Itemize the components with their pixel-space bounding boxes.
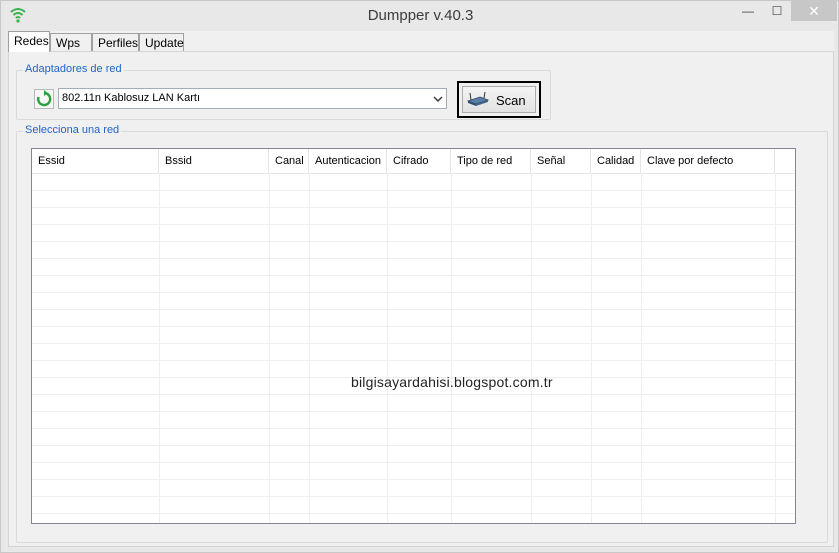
refresh-icon	[36, 90, 52, 107]
tab-wps[interactable]: Wps	[50, 33, 92, 51]
column-canal[interactable]: Canal	[269, 149, 309, 173]
scan-button-frame: Scan	[457, 81, 541, 118]
adapters-legend: Adaptadores de red	[23, 63, 124, 75]
app-window: Dumpper v.40.3 — ☐ ✕ Redes Wps Perfiles …	[0, 0, 839, 553]
scan-button[interactable]: Scan	[462, 86, 536, 113]
window-title: Dumpper v.40.3	[367, 7, 474, 24]
close-button[interactable]: ✕	[791, 1, 837, 21]
scan-label: Scan	[496, 93, 526, 108]
watermark-text: bilgisayardahisi.blogspot.com.tr	[351, 374, 553, 390]
title-bar[interactable]: Dumpper v.40.3 — ☐ ✕	[1, 1, 839, 29]
column-cifrado[interactable]: Cifrado	[387, 149, 451, 173]
tab-update[interactable]: Update	[139, 33, 184, 51]
column-calidad[interactable]: Calidad	[591, 149, 641, 173]
minimize-button[interactable]: —	[733, 1, 763, 21]
networks-list-gridlines	[32, 173, 795, 523]
column-autenticacion[interactable]: Autenticacion	[309, 149, 387, 173]
column-bssid[interactable]: Bssid	[159, 149, 269, 173]
column-tipo-de-red[interactable]: Tipo de red	[451, 149, 531, 173]
column-senal[interactable]: Señal	[531, 149, 591, 173]
adapter-select-value: 802.11n Kablosuz LAN Kartı	[62, 92, 200, 104]
adapter-select[interactable]: 802.11n Kablosuz LAN Kartı	[58, 88, 447, 109]
router-icon	[466, 92, 490, 106]
tab-page-redes: Adaptadores de red 802.11n Kablosuz LAN …	[8, 51, 834, 547]
networks-group: Selecciona una red Essid Bssid Canal Aut…	[16, 124, 828, 543]
networks-list-header: Essid Bssid Canal Autenticacion Cifrado …	[32, 149, 795, 174]
networks-list[interactable]: Essid Bssid Canal Autenticacion Cifrado …	[31, 148, 796, 524]
maximize-button[interactable]: ☐	[763, 1, 791, 21]
adapters-group: Adaptadores de red 802.11n Kablosuz LAN …	[16, 63, 551, 120]
chevron-down-icon	[433, 96, 443, 102]
window-client: Redes Wps Perfiles Update Adaptadores de…	[8, 31, 834, 547]
column-filler	[775, 149, 795, 173]
column-clave-por-defecto[interactable]: Clave por defecto	[641, 149, 775, 173]
refresh-button[interactable]	[34, 89, 54, 109]
networks-legend: Selecciona una red	[23, 124, 122, 136]
tab-perfiles[interactable]: Perfiles	[92, 33, 139, 51]
tab-redes[interactable]: Redes	[8, 31, 50, 52]
column-essid[interactable]: Essid	[32, 149, 159, 173]
